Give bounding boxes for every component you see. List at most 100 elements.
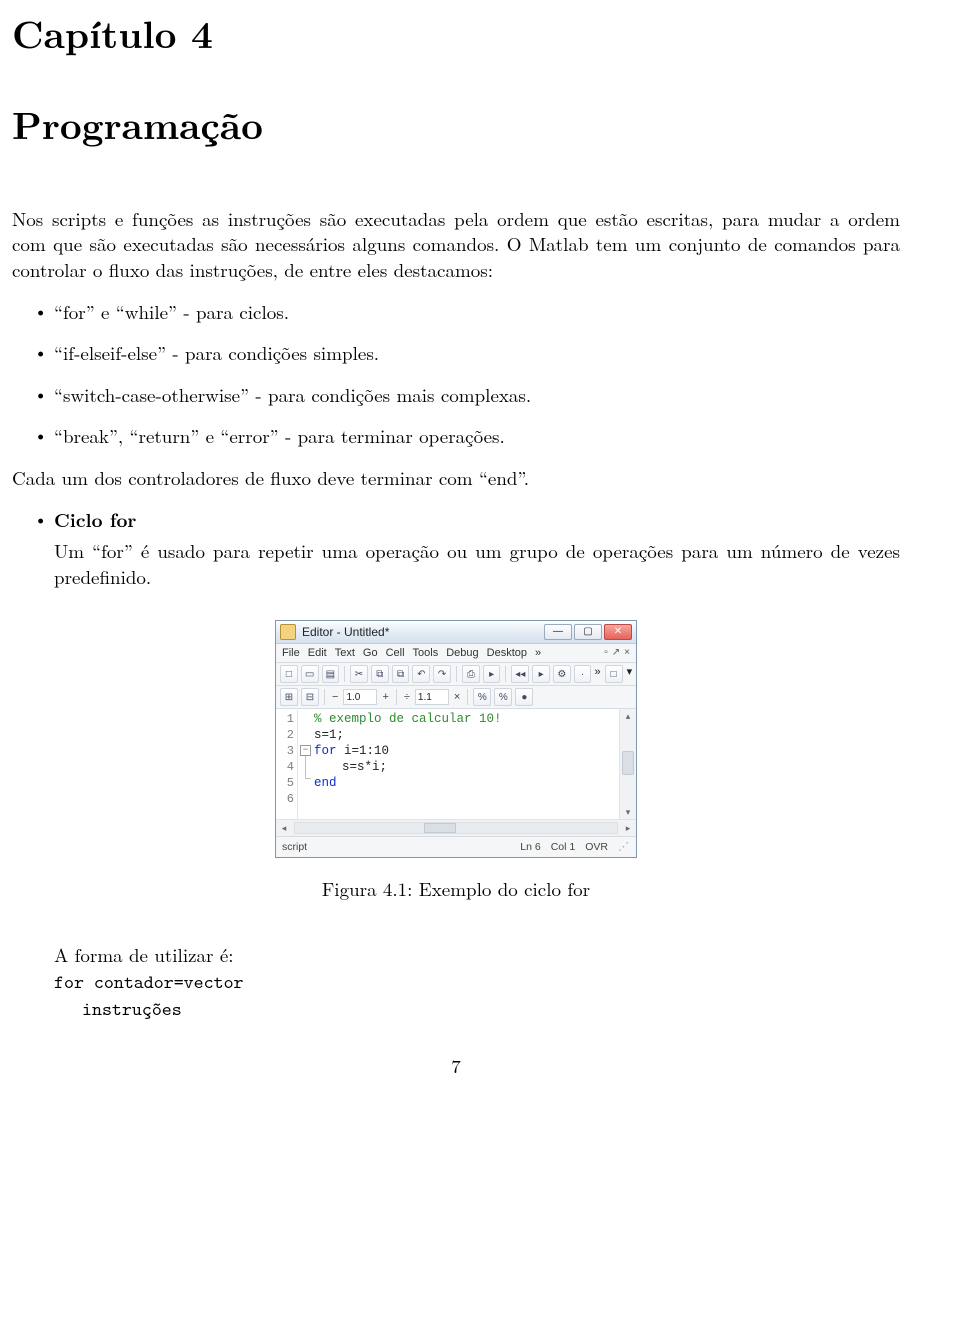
comment-icon[interactable]: % xyxy=(473,688,491,706)
bullet-item: “break”, “return” e “error” - para termi… xyxy=(12,423,900,449)
bullet-item: “if-elseif-else” - para condições simple… xyxy=(12,340,900,366)
bullet-list-2: Ciclo for Um “for” é usado para repetir … xyxy=(12,507,900,590)
code-line-3-kw: for xyxy=(314,744,344,758)
menu-file[interactable]: File xyxy=(282,646,300,661)
line-number: 4 xyxy=(276,759,294,775)
menu-edit[interactable]: Edit xyxy=(308,646,327,661)
editor-statusbar: script Ln 6 Col 1 OVR ⋰ xyxy=(276,836,636,857)
hscroll-track[interactable] xyxy=(294,822,618,834)
toolbar-right-box-icon[interactable]: □ xyxy=(605,665,623,683)
toolbar-separator xyxy=(456,666,457,682)
increment-field-1[interactable]: 1.0 xyxy=(343,689,377,705)
menu-desktop[interactable]: Desktop xyxy=(487,646,527,661)
uncomment-icon[interactable]: % xyxy=(494,688,512,706)
stack-icon[interactable]: · xyxy=(574,665,592,683)
line-gutter: 1 2 3 4 5 6 xyxy=(276,709,298,819)
editor-toolbar-1: □ ▭ ▤ ✂ ⧉ ⧉ ↶ ↷ ⎙ ▸ ◂◂ ▸ ⚙ · » □ ▾ xyxy=(276,663,636,686)
minus-label[interactable]: − xyxy=(330,690,340,705)
breakpoint-icon[interactable]: ⚙ xyxy=(553,665,571,683)
save-icon[interactable]: ▤ xyxy=(322,665,340,683)
status-left: script xyxy=(282,840,307,854)
editor-window: Editor - Untitled* — ▢ ✕ File Edit Text … xyxy=(275,620,637,859)
code-line-3-rest: i=1:10 xyxy=(344,744,389,758)
divide-label[interactable]: ÷ xyxy=(402,690,412,705)
cell-eval-icon[interactable]: ⊞ xyxy=(280,688,298,706)
line-number: 2 xyxy=(276,727,294,743)
scroll-thumb[interactable] xyxy=(622,751,634,775)
step-back-icon[interactable]: ◂◂ xyxy=(511,665,529,683)
code-line-5: end xyxy=(314,776,337,790)
menu-tools[interactable]: Tools xyxy=(413,646,439,661)
code-line-4: s=s*i; xyxy=(342,760,387,774)
menu-text[interactable]: Text xyxy=(335,646,355,661)
page-number: 7 xyxy=(12,1053,900,1079)
vertical-scrollbar[interactable]: ▴ ▾ xyxy=(619,709,636,819)
line-number: 3 xyxy=(276,743,294,759)
bullet-item-ciclo: Ciclo for Um “for” é usado para repetir … xyxy=(12,507,900,590)
redo-icon[interactable]: ↷ xyxy=(433,665,451,683)
bullet-item: “switch-case-otherwise” - para condições… xyxy=(12,382,900,408)
toolbar-overflow-icon[interactable]: » xyxy=(594,665,600,683)
usage-line-2: instruções xyxy=(54,997,900,1023)
menu-overflow-icon[interactable]: » xyxy=(535,646,541,661)
toolbar-separator xyxy=(344,666,345,682)
minimize-button[interactable]: — xyxy=(544,624,572,640)
record-icon[interactable]: ● xyxy=(515,688,533,706)
cell-advance-icon[interactable]: ⊟ xyxy=(301,688,319,706)
line-number: 5 xyxy=(276,775,294,791)
dock-close-icon[interactable]: × xyxy=(624,646,630,660)
toolbar-separator xyxy=(467,689,468,705)
maximize-button[interactable]: ▢ xyxy=(574,624,602,640)
editor-menubar: File Edit Text Go Cell Tools Debug Deskt… xyxy=(276,644,636,664)
ciclo-text: Um “for” é usado para repetir uma operaç… xyxy=(54,538,900,589)
scroll-left-icon[interactable]: ◂ xyxy=(276,822,292,834)
toolbar-separator xyxy=(505,666,506,682)
line-number: 6 xyxy=(276,791,294,807)
scroll-down-icon[interactable]: ▾ xyxy=(620,805,636,819)
increment-field-2[interactable]: 1.1 xyxy=(415,689,449,705)
dock-undock-icon[interactable]: ↗ xyxy=(612,646,620,660)
editor-body: 1 2 3 4 5 6 − % exemplo de calcular 10! … xyxy=(276,709,636,819)
toolbar-dropdown-icon[interactable]: ▾ xyxy=(627,665,633,683)
menu-cell[interactable]: Cell xyxy=(386,646,405,661)
scroll-right-icon[interactable]: ▸ xyxy=(620,822,636,834)
usage-block: A forma de utilizar é: for contador=vect… xyxy=(54,942,900,1023)
usage-line-1: for contador=vector xyxy=(54,970,900,996)
close-button[interactable]: ✕ xyxy=(604,624,632,640)
fold-guide-end xyxy=(305,778,311,779)
new-file-icon[interactable]: □ xyxy=(280,665,298,683)
figure-caption: Figura 4.1: Exemplo do ciclo for xyxy=(12,876,900,902)
editor-toolbar-2: ⊞ ⊟ − 1.0 + ÷ 1.1 × % % ● xyxy=(276,686,636,709)
figure-wrap: Editor - Untitled* — ▢ ✕ File Edit Text … xyxy=(12,620,900,859)
scroll-up-icon[interactable]: ▴ xyxy=(620,709,636,723)
run-icon[interactable]: ▸ xyxy=(532,665,550,683)
plus-label[interactable]: + xyxy=(380,690,390,705)
bullet-list-1: “for” e “while” - para ciclos. “if-elsei… xyxy=(12,299,900,450)
cut-icon[interactable]: ✂ xyxy=(350,665,368,683)
paste-icon[interactable]: ⧉ xyxy=(392,665,410,683)
print-icon[interactable]: ⎙ xyxy=(462,665,480,683)
copy-icon[interactable]: ⧉ xyxy=(371,665,389,683)
scroll-track[interactable] xyxy=(620,723,636,805)
menu-debug[interactable]: Debug xyxy=(446,646,478,661)
toolbar-separator xyxy=(324,689,325,705)
code-line-1: % exemplo de calcular 10! xyxy=(314,712,502,726)
intro-paragraph: Nos scripts e funções as instruções são … xyxy=(12,206,900,283)
undo-icon[interactable]: ↶ xyxy=(412,665,430,683)
open-file-icon[interactable]: ▭ xyxy=(301,665,319,683)
mid-paragraph: Cada um dos controladores de fluxo deve … xyxy=(12,465,900,491)
code-area[interactable]: − % exemplo de calcular 10! s=1; for i=1… xyxy=(298,709,619,819)
horizontal-scrollbar[interactable]: ◂ ▸ xyxy=(276,819,636,836)
chapter-label: Capítulo 4 xyxy=(12,8,900,59)
find-icon[interactable]: ▸ xyxy=(483,665,501,683)
resize-grip-icon[interactable]: ⋰ xyxy=(618,840,630,852)
fold-toggle-icon[interactable]: − xyxy=(300,745,311,756)
times-label[interactable]: × xyxy=(452,690,462,705)
status-line: Ln 6 xyxy=(520,840,540,854)
toolbar-separator xyxy=(396,689,397,705)
hscroll-thumb[interactable] xyxy=(424,823,456,833)
menu-go[interactable]: Go xyxy=(363,646,378,661)
line-number: 1 xyxy=(276,711,294,727)
editor-titlebar: Editor - Untitled* — ▢ ✕ xyxy=(276,621,636,644)
dock-minimize-icon[interactable]: ▫ xyxy=(604,646,608,660)
